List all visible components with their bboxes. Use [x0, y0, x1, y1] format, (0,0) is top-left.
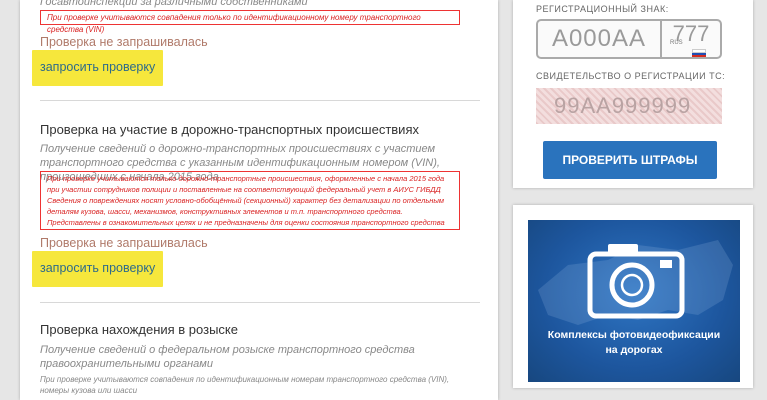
dtp-note-line: При проверке учитываются только дорожно-…: [47, 174, 445, 183]
plate-country: RUS: [670, 40, 683, 46]
section-subtitle-cut: Госавтоинспекции за различными собственн…: [40, 0, 308, 8]
photo-fixation-banner[interactable]: Комплексы фотовидеофиксации на дорогах: [528, 220, 740, 382]
fines-check-card: РЕГИСТРАЦИОННЫЙ ЗНАК: А000АА 777 RUS СВИ…: [513, 0, 753, 188]
section-title-dtp: Проверка на участие в дорожно-транспортн…: [40, 122, 419, 137]
banner-line: на дорогах: [605, 344, 663, 356]
check-fines-button[interactable]: ПРОВЕРИТЬ ШТРАФЫ: [543, 141, 717, 179]
section-title-wanted: Проверка нахождения в розыске: [40, 322, 238, 337]
section-description-wanted: Получение сведений о федеральном розыске…: [40, 344, 415, 370]
check-status: Проверка не запрашивалась: [40, 236, 208, 250]
request-check-button[interactable]: запросить проверку: [32, 50, 164, 86]
dtp-note-line: при участии сотрудников полиции и постав…: [47, 185, 441, 194]
camera-icon: [587, 244, 685, 319]
russian-flag-icon: [692, 49, 706, 57]
banner-caption: Комплексы фотовидеофиксации на дорогах: [528, 328, 740, 358]
banner-card: Комплексы фотовидеофиксации на дорогах: [513, 205, 753, 388]
dtp-note-line: Сведения о повреждениях носят условно-об…: [47, 196, 445, 205]
dtp-note-line: Представлены в ознакомительных целях и н…: [47, 218, 445, 227]
plate-number: А000АА: [538, 21, 662, 57]
divider: [40, 302, 480, 303]
divider: [40, 100, 480, 101]
banner-line: Комплексы фотовидеофиксации: [547, 329, 721, 341]
reg-plate-input[interactable]: А000АА 777 RUS: [536, 19, 722, 59]
wanted-note: При проверке учитываются совпадения по и…: [40, 375, 450, 395]
main-content-panel: Госавтоинспекции за различными собственн…: [20, 0, 498, 400]
plate-region-block: 777 RUS: [662, 21, 720, 57]
cert-number-input[interactable]: 99АА999999: [536, 88, 722, 124]
check-status: Проверка не запрашивалась: [40, 35, 208, 49]
reg-plate-label: РЕГИСТРАЦИОННЫЙ ЗНАК:: [536, 4, 669, 14]
dtp-note-line: деталям кузова, шасси, механизмов, конст…: [47, 207, 403, 216]
request-check-button[interactable]: запросить проверку: [32, 251, 164, 287]
vin-note: При проверке учитываются совпадения толь…: [40, 10, 460, 34]
cert-label: СВИДЕТЕЛЬСТВО О РЕГИСТРАЦИИ ТС:: [536, 71, 726, 81]
dtp-note: При проверке учитываются только дорожно-…: [40, 171, 460, 230]
